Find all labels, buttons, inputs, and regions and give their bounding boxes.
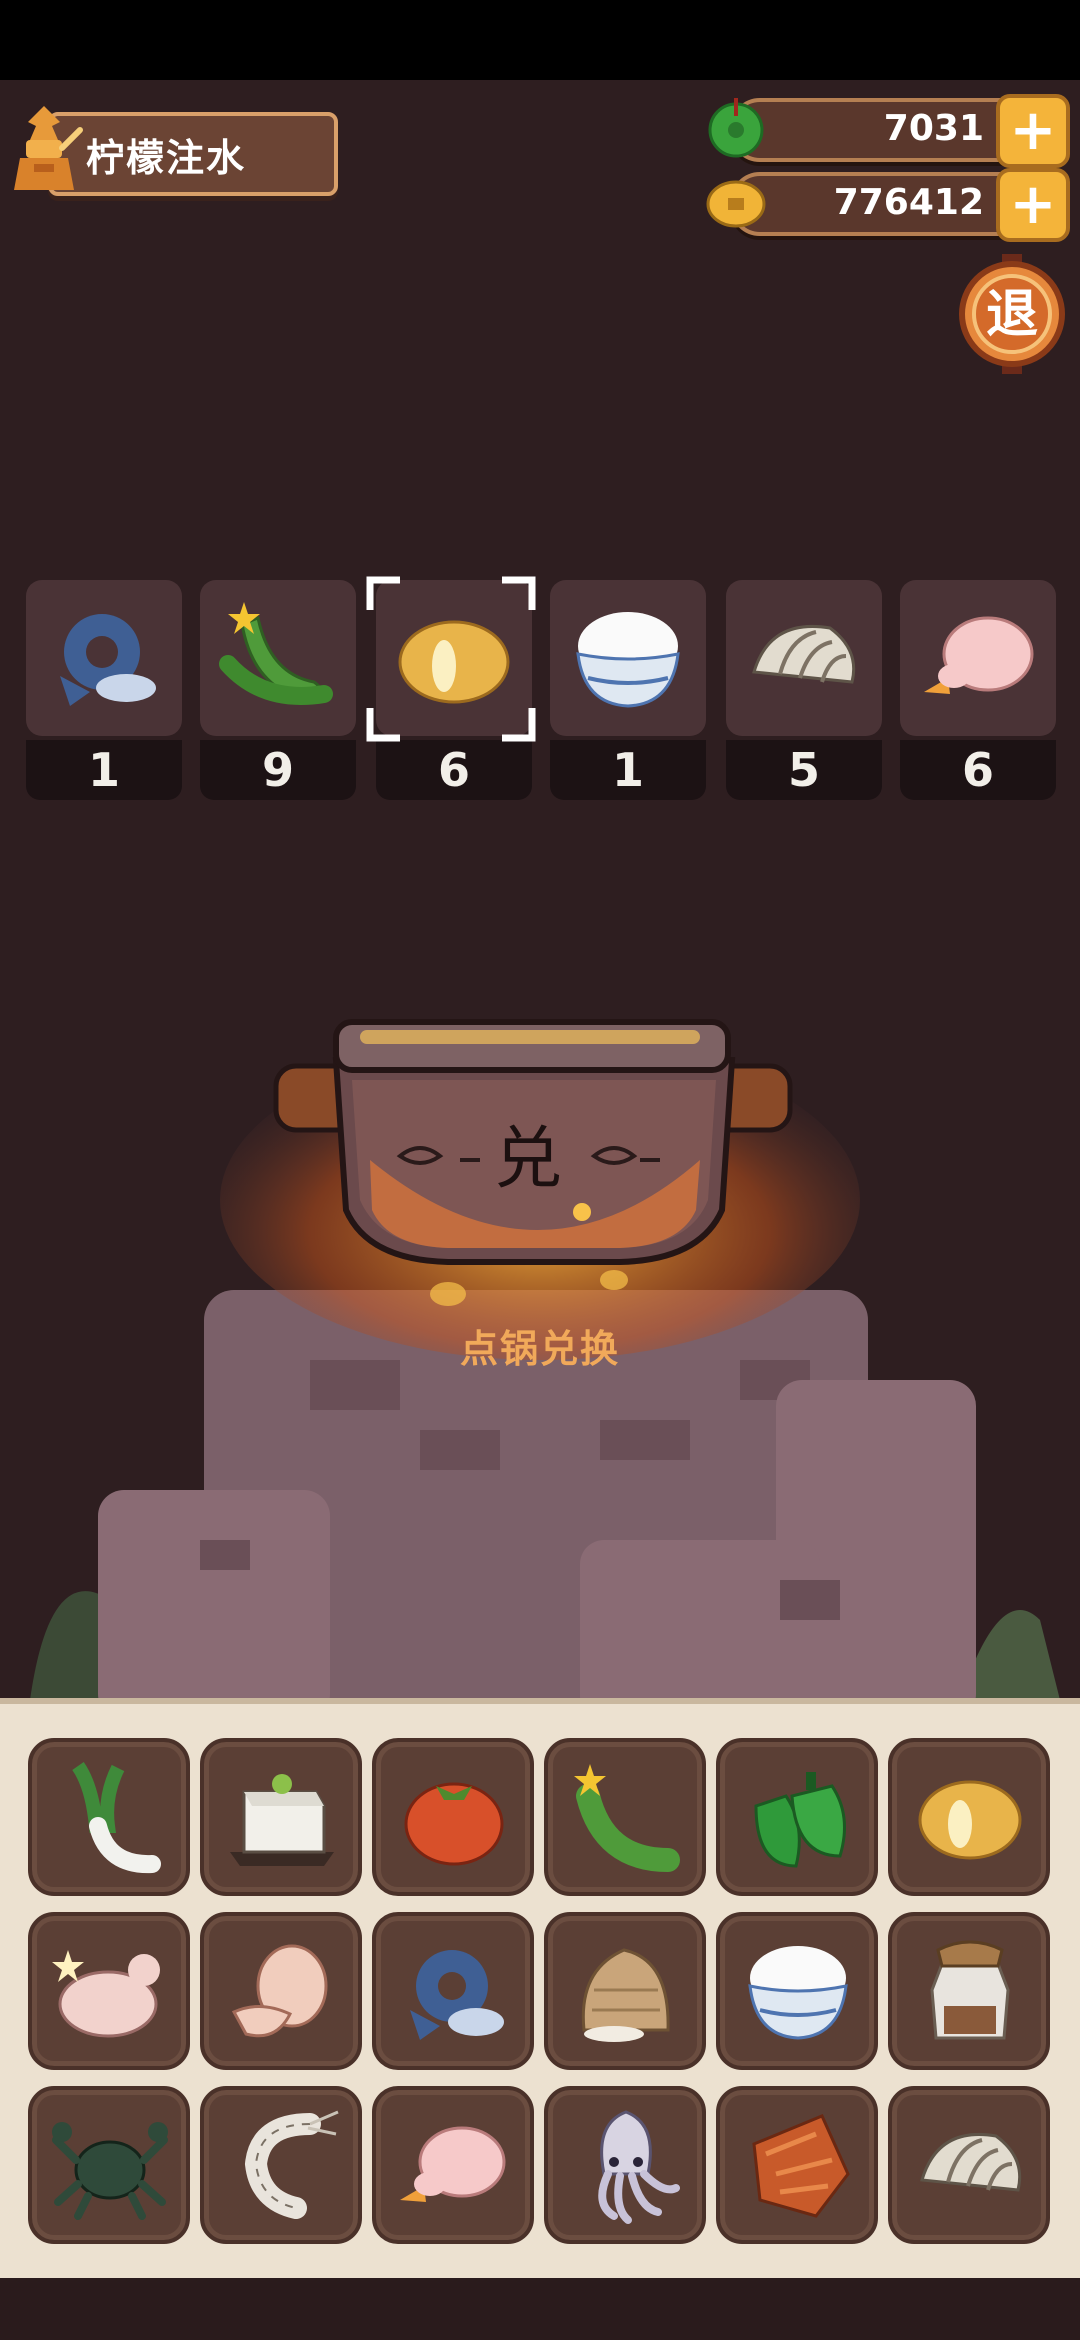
inventory-item-potato[interactable]	[888, 1738, 1050, 1896]
inventory-item-pepper[interactable]	[716, 1738, 878, 1896]
clam-icon	[752, 624, 856, 684]
ingredient-slot-rice[interactable]: 1	[550, 580, 706, 800]
inventory-item-chicken[interactable]	[28, 1912, 190, 2070]
ingredient-count: 1	[550, 740, 706, 800]
cucumber-icon	[574, 1764, 680, 1872]
inventory-item-shrimp[interactable]	[200, 2086, 362, 2244]
ingredient-slot-duck[interactable]: 6	[900, 580, 1056, 800]
chef-avatar-icon	[14, 106, 83, 190]
jar-icon	[930, 1940, 1010, 2040]
tray-bottom-edge	[0, 2278, 1080, 2340]
potato-icon	[918, 1780, 1022, 1860]
coin-amount: 776412	[833, 182, 984, 223]
inventory-item-jar[interactable]	[888, 1912, 1050, 2070]
duck-icon	[400, 2126, 506, 2202]
selection-frame	[366, 576, 536, 742]
inventory-item-duck[interactable]	[372, 2086, 534, 2244]
exchange-hint: 点锅兑换	[459, 1327, 620, 1371]
cucumber-icon	[219, 602, 333, 705]
level-title-plate: 柠檬注水	[48, 112, 338, 196]
green-pepper-icon	[754, 1772, 846, 1868]
crab-icon	[52, 2122, 168, 2220]
ingredient-count: 9	[200, 740, 356, 800]
fish-icon	[60, 614, 156, 706]
leek-icon	[72, 1761, 161, 1874]
egg-icon	[231, 1944, 328, 2038]
rice-bowl-icon	[576, 612, 680, 708]
inventory-item-flour[interactable]	[544, 1912, 706, 2070]
tomato-icon	[404, 1782, 504, 1866]
inventory-item-rice[interactable]	[716, 1912, 878, 2070]
duck-icon	[924, 616, 1034, 694]
ingredient-count: 5	[726, 740, 882, 800]
add-coin-button[interactable]: +	[996, 168, 1070, 242]
jade-icon	[708, 98, 764, 158]
exchange-pot-button[interactable]	[276, 1018, 792, 1278]
inventory-item-squid[interactable]	[544, 2086, 706, 2244]
inventory-item-crab[interactable]	[28, 2086, 190, 2244]
level-title: 柠檬注水	[86, 135, 247, 180]
ingredient-count: 6	[900, 740, 1056, 800]
ingredient-count: 6	[376, 740, 532, 800]
chicken-icon	[52, 1950, 160, 2038]
inventory-item-tomato[interactable]	[372, 1738, 534, 1896]
inventory-item-meat[interactable]	[716, 2086, 878, 2244]
coin-icon	[706, 180, 766, 228]
ingredient-slot-cucumber[interactable]: 9	[200, 580, 356, 800]
ingredient-count: 1	[26, 740, 182, 800]
jade-currency-bar: 7031 +	[708, 94, 1070, 168]
rice-bowl-icon	[748, 1946, 848, 2040]
squid-icon	[598, 2110, 680, 2224]
inventory-item-fish[interactable]	[372, 1912, 534, 2070]
inventory-item-leek[interactable]	[28, 1738, 190, 1896]
status-bar	[0, 0, 1080, 80]
clam-icon	[920, 2132, 1022, 2192]
coin-currency-bar: 776412 +	[706, 168, 1070, 242]
flour-sack-icon	[581, 1948, 670, 2042]
inventory-item-tofu[interactable]	[200, 1738, 362, 1896]
add-jade-button[interactable]: +	[996, 94, 1070, 168]
inventory-item-clam[interactable]	[888, 2086, 1050, 2244]
jade-amount: 7031	[883, 108, 984, 149]
ingredient-slot-clam[interactable]: 5	[726, 580, 882, 800]
shrimp-icon	[244, 2110, 339, 2219]
inventory-item-cucumber[interactable]	[544, 1738, 706, 1896]
fish-icon	[410, 1950, 504, 2040]
inventory-item-egg[interactable]	[200, 1912, 362, 2070]
exit-button[interactable]: 退	[952, 254, 1072, 374]
ingredient-slot-fish[interactable]: 1	[26, 580, 182, 800]
tofu-icon	[230, 1774, 334, 1866]
meat-icon	[752, 2114, 850, 2218]
exit-label: 退	[986, 285, 1038, 345]
